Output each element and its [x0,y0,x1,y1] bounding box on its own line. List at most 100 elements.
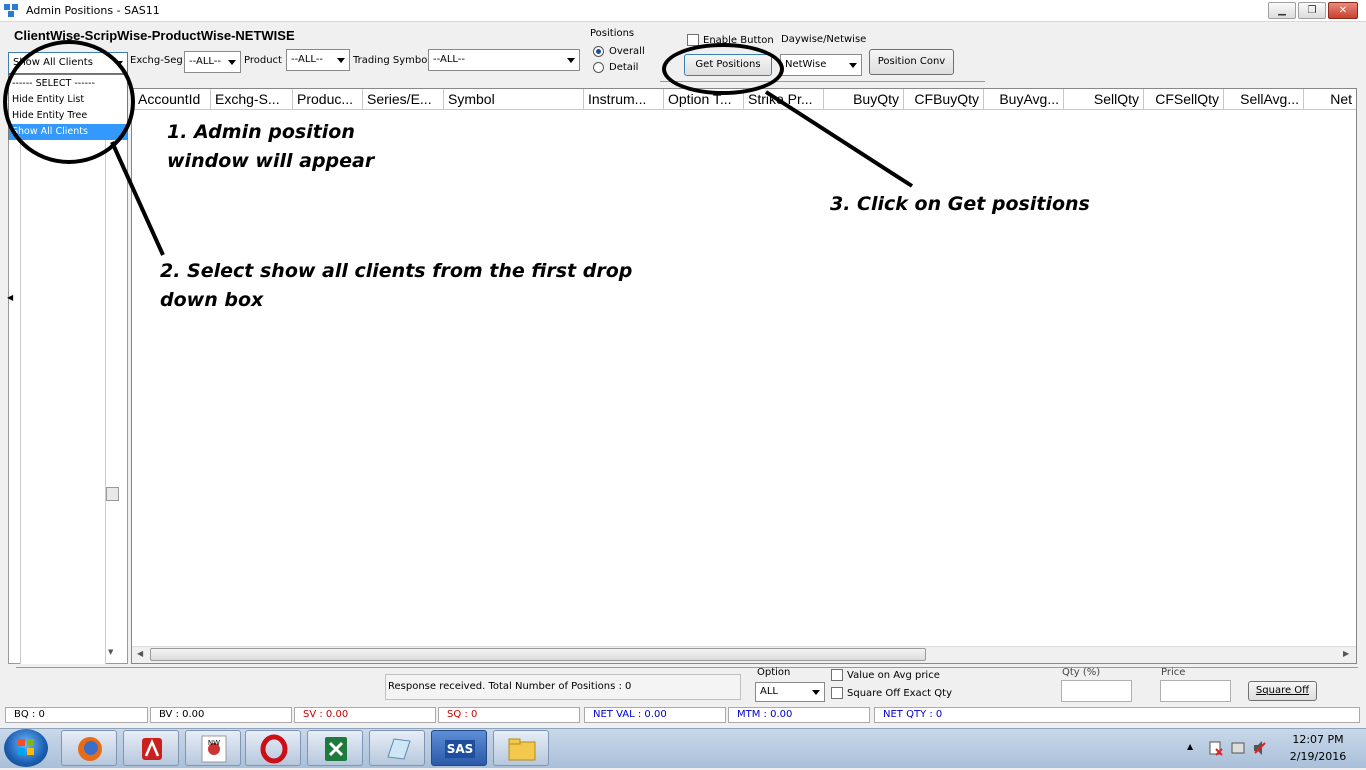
positions-label: Positions [590,28,635,39]
daywise-label: Daywise/Netwise [781,34,867,45]
taskbar-time[interactable]: 12:07 PM [1279,733,1357,746]
overall-radio[interactable] [593,46,604,57]
daywise-value: NetWise [785,59,827,70]
status-sv: SV : 0.00 [294,707,436,723]
chevron-down-icon [228,60,236,65]
taskbar-excel[interactable] [307,730,363,766]
square-exact-checkbox[interactable] [831,687,843,699]
acrobat-icon [142,738,162,760]
taskbar-opera[interactable] [245,730,301,766]
daywise-select[interactable]: NetWise [780,54,862,76]
taskbar-nw-app[interactable]: NW [185,730,241,766]
annotation-step-3: 3. Click on Get positions [830,193,1090,215]
horizontal-scroll-thumb[interactable] [150,648,926,661]
taskbar-notepad[interactable] [369,730,425,766]
value-avg-checkbox[interactable] [831,669,843,681]
status-net-val: NET VAL : 0.00 [584,707,726,723]
taskbar-firefox[interactable] [61,730,117,766]
taskbar-explorer[interactable] [493,730,549,766]
scroll-left-icon[interactable]: ◀ [137,649,143,658]
start-button[interactable] [4,729,48,767]
entity-tree-pane[interactable] [20,88,106,664]
column-header[interactable]: Produc... [293,89,363,109]
option-value: ALL [760,686,778,697]
enable-button-checkbox[interactable] [687,34,699,46]
notepad-icon [387,738,411,760]
product-value: --ALL-- [291,54,324,65]
sas-label: SAS [445,740,475,758]
chevron-down-icon [812,690,820,695]
windows-logo-icon [18,739,34,755]
app-icon [4,4,18,17]
tray-icons[interactable] [1208,739,1268,757]
folder-icon [508,738,536,761]
option-label: Option [757,667,791,678]
scroll-down-icon[interactable]: ▼ [108,648,118,658]
column-header[interactable]: SellAvg... [1224,89,1304,109]
exchg-seg-select[interactable]: --ALL-- [184,51,241,73]
detail-radio[interactable] [593,62,604,73]
collapse-arrow-icon[interactable]: ◀ [7,293,13,302]
price-input[interactable] [1160,680,1231,702]
divider [16,667,1358,668]
tree-scroll-thumb[interactable] [106,487,119,501]
trading-symbol-label: Trading Symbol [353,55,431,66]
taskbar-acrobat[interactable] [123,730,179,766]
column-header[interactable]: BuyQty [824,89,904,109]
column-header[interactable]: BuyAvg... [984,89,1064,109]
annotation-step-1-cont: window will appear [167,150,375,172]
taskbar-date[interactable]: 2/19/2016 [1279,750,1357,763]
column-header[interactable]: Instrum... [584,89,664,109]
chevron-down-icon [337,58,345,63]
qty-input[interactable] [1061,680,1132,702]
status-mtm: MTM : 0.00 [728,707,870,723]
show-hidden-icons[interactable]: ▲ [1187,742,1193,751]
column-header[interactable]: Series/E... [363,89,444,109]
status-bv: BV : 0.00 [150,707,292,723]
status-bq: BQ : 0 [5,707,148,723]
exchg-seg-value: --ALL-- [189,56,222,67]
status-net-qty: NET QTY : 0 [874,707,1360,723]
status-sq: SQ : 0 [438,707,580,723]
column-header[interactable]: Symbol [444,89,584,109]
square-exact-label: Square Off Exact Qty [847,688,952,699]
opera-icon [260,734,288,764]
annotation-circle [3,40,135,164]
maximize-button[interactable]: ❐ [1298,2,1326,19]
trading-symbol-select[interactable]: --ALL-- [428,49,580,71]
firefox-icon [78,737,102,761]
chevron-down-icon [567,58,575,63]
product-label: Product [244,55,282,66]
window-title: Admin Positions - SAS11 [26,4,160,17]
value-avg-label: Value on Avg price [847,670,940,681]
annotation-circle [662,43,784,95]
trading-symbol-value: --ALL-- [433,54,466,65]
response-message: Response received. Total Number of Posit… [385,674,741,700]
annotation-step-1: 1. Admin position [167,121,355,143]
nw-label: NW [208,739,220,747]
column-header[interactable]: AccountId [134,89,211,109]
column-header[interactable]: SellQty [1064,89,1144,109]
overall-label: Overall [609,46,645,57]
qty-label: Qty (%) [1062,667,1101,678]
minimize-button[interactable]: ▁ [1268,2,1296,19]
option-select[interactable]: ALL [755,682,825,702]
nw-app-icon: NW [201,735,227,763]
column-header[interactable]: Exchg-S... [211,89,293,109]
close-button[interactable]: ✕ [1328,2,1358,19]
excel-icon [325,737,347,761]
column-header[interactable]: Strike Pr... [744,89,824,109]
annotation-step-2: 2. Select show all clients from the firs… [160,260,633,282]
column-header[interactable]: Net [1304,89,1356,109]
scroll-right-icon[interactable]: ▶ [1343,649,1349,658]
taskbar-sas[interactable]: SAS [431,730,487,766]
column-header[interactable]: CFSellQty [1144,89,1224,109]
position-conv-button[interactable]: Position Conv [869,49,954,75]
exchg-seg-label: Exchg-Seg [130,55,183,66]
title-bar [0,0,1366,22]
annotation-step-2-cont: down box [160,289,264,311]
column-header[interactable]: CFBuyQty [904,89,984,109]
square-off-button[interactable]: Square Off [1248,681,1317,701]
price-label: Price [1161,667,1186,678]
product-select[interactable]: --ALL-- [286,49,350,71]
